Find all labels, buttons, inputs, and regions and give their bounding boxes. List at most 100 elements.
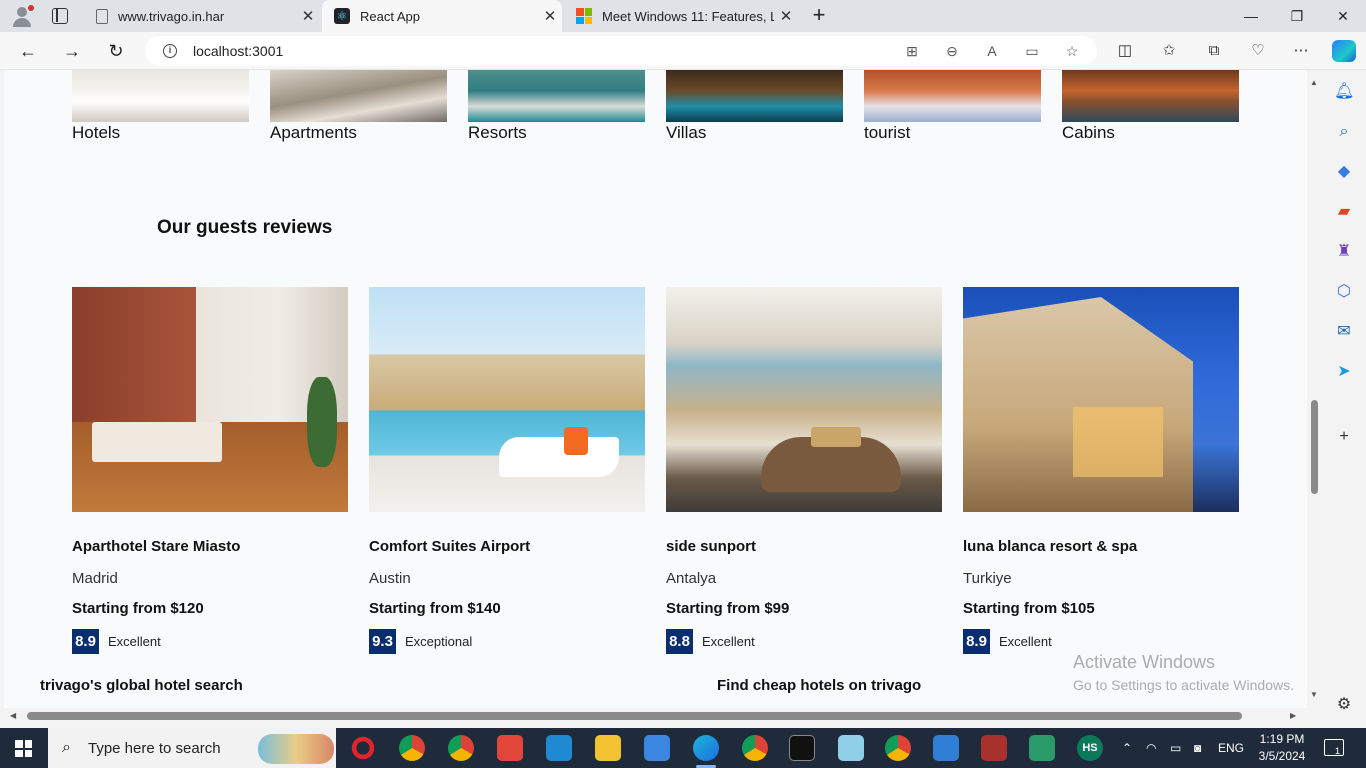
scroll-right-arrow-icon[interactable]: ▶ xyxy=(1290,711,1296,720)
meet-now-icon[interactable]: ◙ xyxy=(1194,728,1201,768)
rating-badge: 8.8 xyxy=(666,629,693,654)
review-card-comfort-suites[interactable]: Comfort Suites Airport Austin Starting f… xyxy=(369,287,645,654)
notification-center-icon[interactable]: 1 xyxy=(1324,739,1344,756)
tab-title: www.trivago.in.har xyxy=(118,8,225,24)
category-cabins[interactable]: Cabins xyxy=(1062,70,1239,142)
tools-icon[interactable]: ▰ xyxy=(1334,202,1354,222)
edge-icon[interactable] xyxy=(693,735,719,768)
browser-essentials-icon[interactable]: ♡ xyxy=(1247,41,1269,61)
scroll-up-arrow-icon[interactable]: ▲ xyxy=(1310,78,1318,87)
category-label: Villas xyxy=(666,123,707,142)
forward-button[interactable]: → xyxy=(58,38,86,64)
settings-more-icon[interactable]: ⋯ xyxy=(1290,41,1312,61)
rating-badge: 8.9 xyxy=(963,629,990,654)
tab-trivago-har[interactable]: www.trivago.in.har ✕ xyxy=(84,0,320,32)
web-page: Hotels Apartments Resorts Villas tourist… xyxy=(4,70,1307,708)
hotel-price: Starting from $105 xyxy=(963,600,1095,617)
drop-icon[interactable]: ➤ xyxy=(1334,362,1354,382)
taskbar-clock[interactable]: 1:19 PM 3/5/2024 xyxy=(1257,731,1307,765)
tab-windows-11[interactable]: Meet Windows 11: Features, Loo ✕ xyxy=(564,0,798,32)
chrome-m-icon[interactable] xyxy=(742,735,768,761)
vertical-scrollbar[interactable]: ▲ ▼ xyxy=(1307,70,1322,708)
hotel-price: Starting from $120 xyxy=(72,600,204,617)
read-aloud-icon[interactable]: A xyxy=(982,42,1002,60)
rating-text: Excellent xyxy=(108,634,161,649)
notepad-icon[interactable] xyxy=(838,735,864,761)
site-info-icon[interactable]: i xyxy=(163,44,177,58)
close-tab-icon[interactable]: ✕ xyxy=(296,7,320,25)
show-hidden-icons-chevron-icon[interactable]: ⌃ xyxy=(1122,728,1132,768)
favorites-icon[interactable]: ✩ xyxy=(1158,41,1180,61)
wps-office-icon[interactable] xyxy=(497,735,523,761)
review-card-aparthotel[interactable]: Aparthotel Stare Miasto Madrid Starting … xyxy=(72,287,348,654)
hotel-city: Turkiye xyxy=(963,570,1012,587)
tab-actions-icon[interactable] xyxy=(52,8,68,24)
opera-icon[interactable] xyxy=(350,735,376,761)
app-available-icon[interactable]: ⊞ xyxy=(902,42,922,60)
wifi-icon[interactable]: ◠ xyxy=(1146,728,1156,768)
control-panel-icon[interactable] xyxy=(933,735,959,761)
windows-start-button[interactable] xyxy=(15,740,32,757)
review-card-side-sunport[interactable]: side sunport Antalya Starting from $99 8… xyxy=(666,287,942,654)
bell-icon[interactable]: 🔔︎ xyxy=(1334,82,1354,102)
add-sidebar-app-icon[interactable]: + xyxy=(1334,427,1354,447)
battery-icon[interactable]: ▭ xyxy=(1170,728,1181,768)
games-icon[interactable]: ♜ xyxy=(1334,242,1354,262)
immersive-reader-icon[interactable]: ▭ xyxy=(1022,42,1042,60)
shopping-tag-icon[interactable]: ◆ xyxy=(1334,162,1354,182)
horizontal-scroll-thumb[interactable] xyxy=(27,712,1242,720)
hotel-photo xyxy=(963,287,1239,512)
watermark-subtitle: Go to Settings to activate Windows. xyxy=(1073,677,1294,693)
category-hotels[interactable]: Hotels xyxy=(72,70,249,142)
microsoft-store-icon[interactable] xyxy=(644,735,670,761)
sidebar-settings-gear-icon[interactable]: ⚙ xyxy=(1334,695,1354,715)
taskbar-search-box[interactable]: ⌕ Type here to search xyxy=(48,728,336,768)
chrome-icon[interactable] xyxy=(885,735,911,761)
address-bar[interactable]: i localhost:3001 ⊞ ⊖ A ▭ ☆ xyxy=(145,36,1097,66)
search-icon[interactable]: ⌕ xyxy=(1334,122,1354,142)
refresh-button[interactable]: ↻ xyxy=(102,38,130,64)
scroll-left-arrow-icon[interactable]: ◀ xyxy=(10,711,16,720)
chrome-profile-icon[interactable] xyxy=(399,735,425,761)
close-tab-icon[interactable]: ✕ xyxy=(774,7,798,25)
microsoft-365-icon[interactable]: ⬡ xyxy=(1334,282,1354,302)
chrome-profile-m-icon[interactable] xyxy=(448,735,474,761)
app-shield-icon[interactable] xyxy=(1029,735,1055,761)
tab-title: React App xyxy=(360,8,420,24)
back-button[interactable]: ← xyxy=(14,38,42,64)
close-window-button[interactable]: ✕ xyxy=(1320,0,1366,32)
category-apartments[interactable]: Apartments xyxy=(270,70,447,142)
scroll-down-arrow-icon[interactable]: ▼ xyxy=(1310,690,1318,699)
minimize-button[interactable]: — xyxy=(1228,0,1274,32)
hotel-name: Comfort Suites Airport xyxy=(369,538,531,555)
outlook-icon[interactable]: ✉ xyxy=(1334,322,1354,342)
copilot-icon[interactable] xyxy=(1332,40,1356,62)
clock-time: 1:19 PM xyxy=(1259,732,1305,746)
review-card-luna-blanca[interactable]: luna blanca resort & spa Turkiye Startin… xyxy=(963,287,1239,654)
collections-icon[interactable]: ⧉ xyxy=(1203,41,1225,61)
profile-avatar-icon[interactable] xyxy=(10,5,34,27)
activate-windows-watermark: Activate Windows Go to Settings to activ… xyxy=(1073,652,1294,693)
hotel-city: Austin xyxy=(369,570,411,587)
new-tab-button[interactable]: + xyxy=(808,4,830,28)
split-screen-icon[interactable]: ◫ xyxy=(1114,41,1136,61)
hs-app-icon[interactable]: HS xyxy=(1077,735,1103,761)
category-villas[interactable]: Villas xyxy=(666,70,843,142)
tab-react-app[interactable]: ⚛ React App ✕ xyxy=(322,0,562,32)
address-text: localhost:3001 xyxy=(193,43,284,59)
vscode-icon[interactable] xyxy=(546,735,572,761)
category-tourist[interactable]: tourist xyxy=(864,70,1041,142)
hotel-photo xyxy=(666,287,942,512)
horizontal-scrollbar[interactable]: ◀ ▶ xyxy=(0,708,1307,724)
category-resorts[interactable]: Resorts xyxy=(468,70,645,142)
language-indicator[interactable]: ENG xyxy=(1218,728,1244,768)
close-tab-icon[interactable]: ✕ xyxy=(538,7,562,25)
winrar-icon[interactable] xyxy=(981,735,1007,761)
notification-count: 1 xyxy=(1335,746,1341,756)
vertical-scroll-thumb[interactable] xyxy=(1311,400,1318,494)
favorite-star-icon[interactable]: ☆ xyxy=(1062,42,1082,60)
restore-button[interactable]: ❐ xyxy=(1274,0,1320,32)
file-explorer-icon[interactable] xyxy=(595,735,621,761)
zoom-out-icon[interactable]: ⊖ xyxy=(942,42,962,60)
terminal-icon[interactable] xyxy=(789,735,815,761)
